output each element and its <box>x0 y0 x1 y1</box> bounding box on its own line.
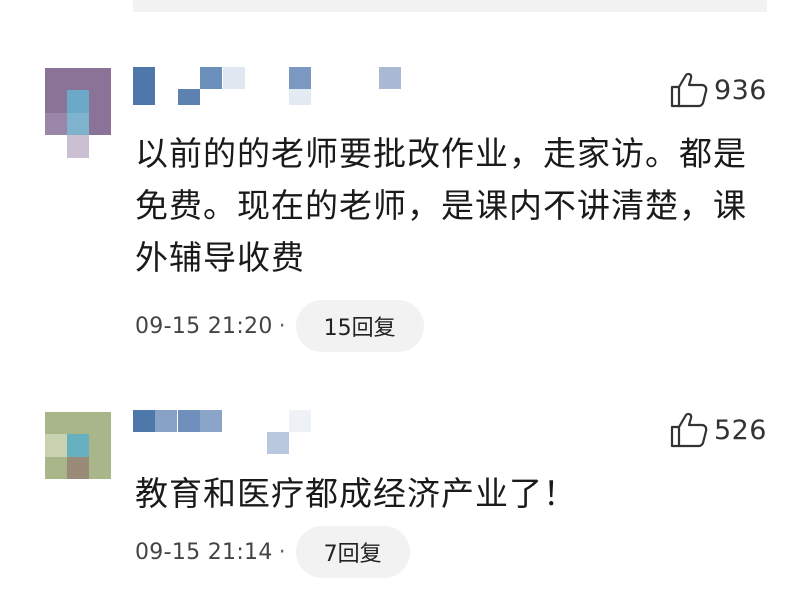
reply-count-button[interactable]: 7回复 <box>295 526 410 578</box>
separator-dot: · <box>278 539 286 565</box>
timestamp: 09-15 21:14 <box>135 539 273 565</box>
comment-meta: 09-15 21:20 · 15回复 <box>135 300 424 352</box>
comment-meta: 09-15 21:14 · 7回复 <box>135 526 410 578</box>
like-count: 526 <box>713 414 767 446</box>
reply-count-button[interactable]: 15回复 <box>295 300 424 352</box>
thumbs-up-icon <box>670 72 708 108</box>
comment-feed: 936 以前的的老师要批改作业，走家访。都是免费。现在的老师，是课内不讲清楚，课… <box>0 0 800 594</box>
previous-item-edge <box>133 0 767 12</box>
separator-dot: · <box>278 313 286 339</box>
username-mosaic[interactable] <box>133 67 403 107</box>
avatar[interactable] <box>45 68 111 158</box>
username-mosaic[interactable] <box>133 410 313 454</box>
thumbs-up-icon <box>670 412 708 448</box>
like-button[interactable]: 526 <box>670 412 767 448</box>
timestamp: 09-15 21:20 <box>135 313 273 339</box>
like-button[interactable]: 936 <box>670 72 767 108</box>
like-count: 936 <box>713 74 767 106</box>
comment-text: 以前的的老师要批改作业，走家访。都是免费。现在的老师，是课内不讲清楚，课外辅导收… <box>135 134 747 277</box>
avatar[interactable] <box>45 412 111 502</box>
comment-text: 教育和医疗都成经济产业了！ <box>135 474 577 513</box>
